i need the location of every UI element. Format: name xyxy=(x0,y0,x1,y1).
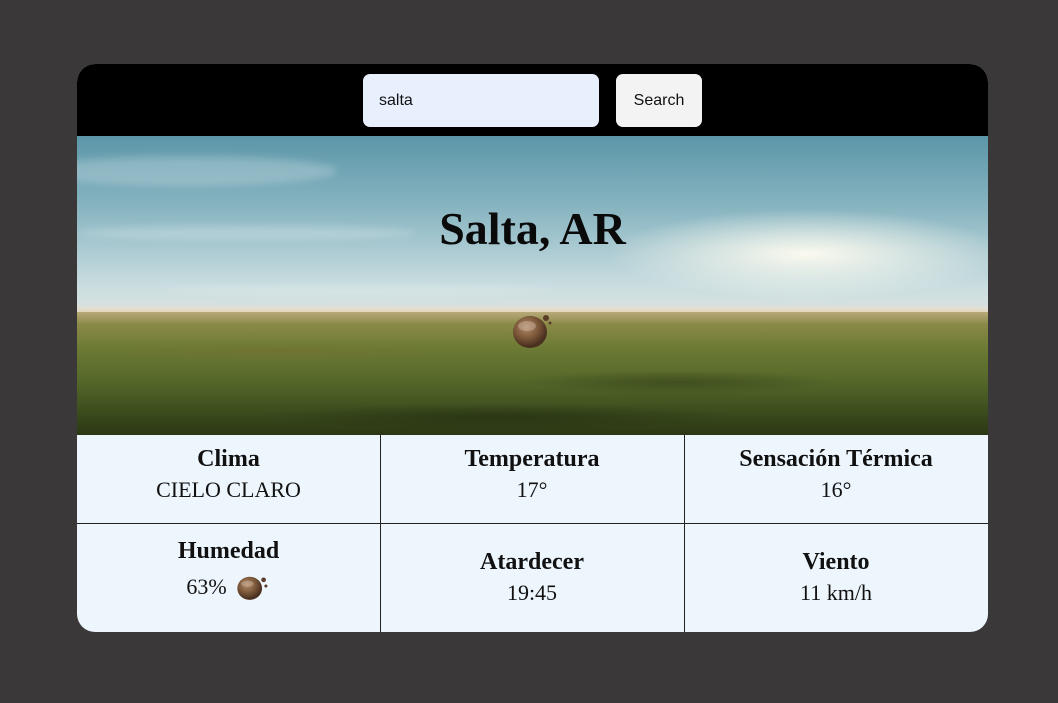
grid-divider xyxy=(684,435,685,632)
stat-label: Sensación Térmica xyxy=(739,446,933,472)
stat-humedad: Humedad 63% xyxy=(77,537,380,601)
stat-label: Temperatura xyxy=(464,446,600,472)
stat-value-row: 63% xyxy=(77,573,380,601)
search-bar: Search xyxy=(77,64,988,136)
weather-stats-grid: Clima CIELO CLARO Temperatura 17° Sensac… xyxy=(77,435,988,632)
stat-label: Viento xyxy=(802,549,870,575)
stat-sensacion-termica: Sensación Térmica 16° xyxy=(684,445,988,504)
weather-card: Search Salta, AR Clima CIELO C xyxy=(77,64,988,632)
stat-value: 11 km/h xyxy=(800,580,872,605)
stat-value: 63% xyxy=(186,574,227,599)
stat-label: Humedad xyxy=(177,538,280,564)
weather-icon xyxy=(237,576,268,600)
grid-divider xyxy=(77,523,988,524)
city-title: Salta, AR xyxy=(439,203,626,254)
grid-divider xyxy=(380,435,381,632)
stat-value: 17° xyxy=(516,477,548,502)
stat-clima: Clima CIELO CLARO xyxy=(77,445,380,504)
stat-value: 16° xyxy=(820,477,852,502)
stat-value: 19:45 xyxy=(506,580,558,605)
hero-banner: Salta, AR xyxy=(77,136,988,435)
cloud-decoration xyxy=(77,156,337,186)
stat-temperatura: Temperatura 17° xyxy=(380,445,684,504)
search-button[interactable]: Search xyxy=(616,74,702,127)
search-input[interactable] xyxy=(363,74,599,127)
stat-viento: Viento 11 km/h xyxy=(684,548,988,607)
clear-sky-icon xyxy=(513,315,552,348)
cloud-decoration xyxy=(157,286,557,294)
stat-value: CIELO CLARO xyxy=(156,477,301,502)
stat-atardecer: Atardecer 19:45 xyxy=(380,548,684,607)
stat-label: Atardecer xyxy=(480,549,584,575)
stat-label: Clima xyxy=(197,446,260,472)
